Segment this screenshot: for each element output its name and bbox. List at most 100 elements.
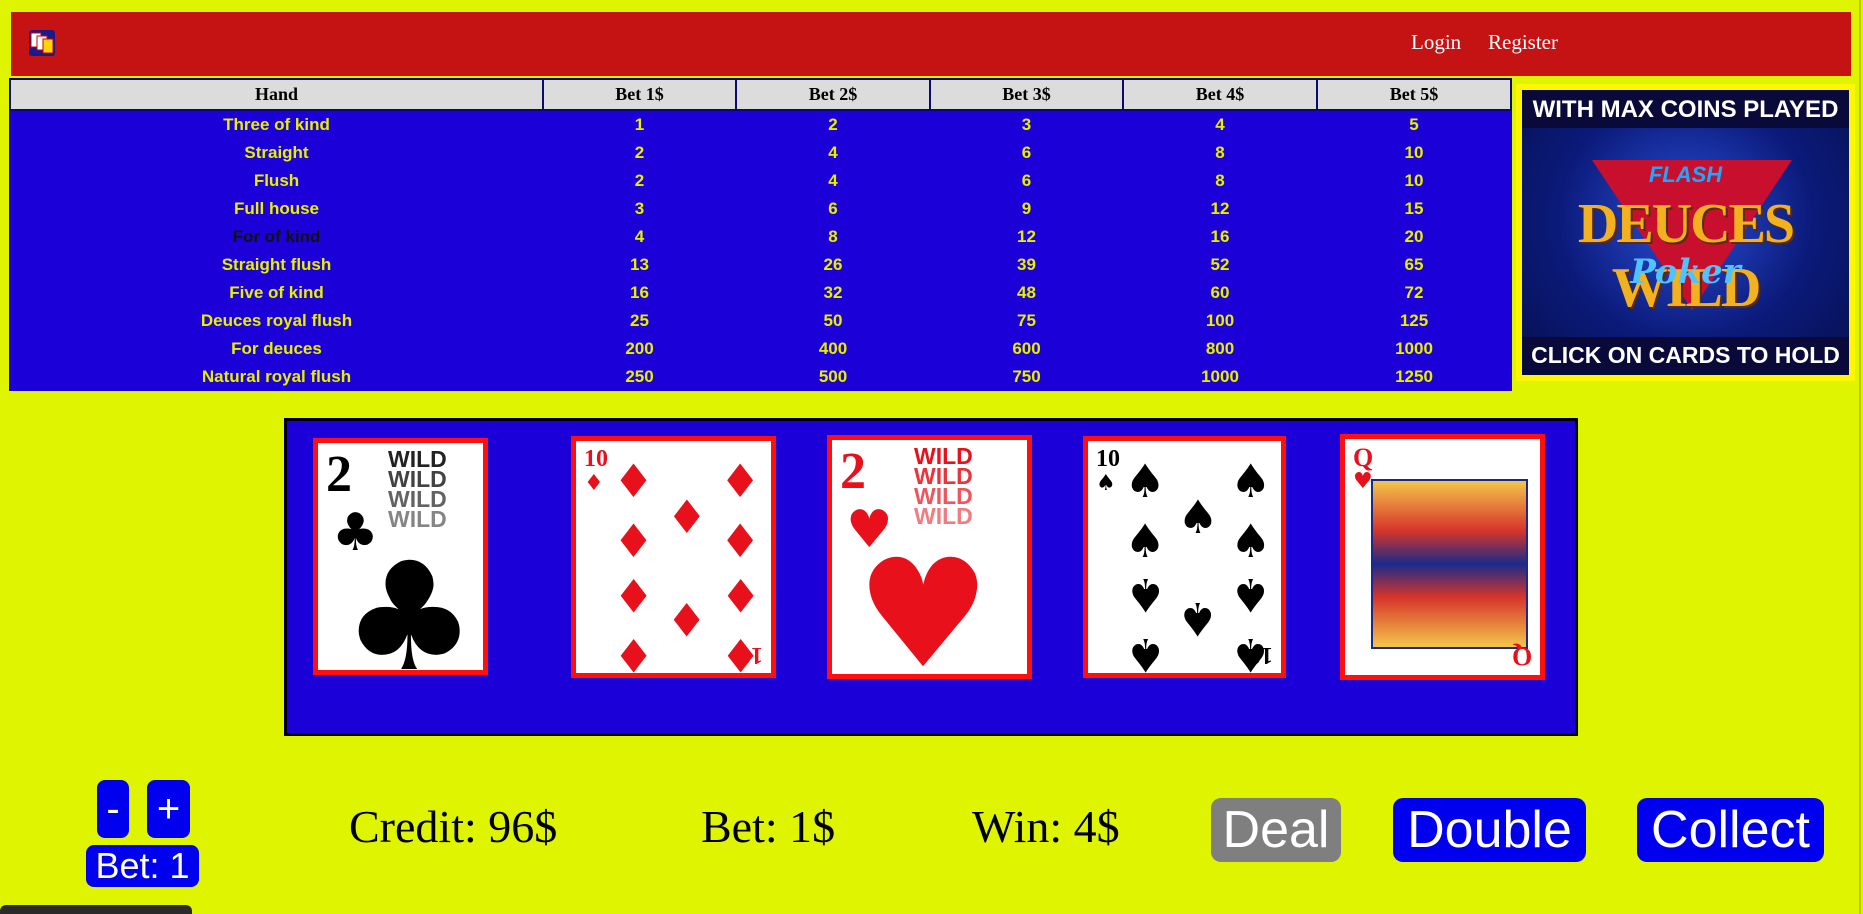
wild-label: WILD WILD WILD WILD (914, 445, 973, 529)
paytable-header-bet1: Bet 1$ (542, 78, 737, 111)
paytable-payout: 75 (1017, 311, 1036, 330)
paytable-payout: 4 (634, 227, 645, 246)
card-rank: Q (1353, 443, 1374, 472)
paytable-payout: 48 (1017, 283, 1036, 302)
paytable-payout: 15 (1404, 199, 1424, 218)
paytable-hand-name: For deuces (231, 339, 322, 358)
paytable-header-bet3: Bet 3$ (929, 78, 1124, 111)
card-rank: 2 (840, 443, 866, 500)
diamonds-pip-icon: ♦ (612, 453, 655, 508)
register-link[interactable]: Register (1488, 30, 1558, 55)
paytable-hand-name: Deuces royal flush (200, 311, 353, 330)
paytable-header-hand: Hand (9, 78, 544, 111)
paytable-payout: 4 (828, 143, 838, 162)
paytable-payout: 1000 (1201, 367, 1239, 386)
paytable-payout: 3 (1021, 115, 1032, 134)
paytable-payout: 6 (1021, 143, 1032, 162)
paytable-payout: 100 (1205, 311, 1235, 330)
paytable-payout: 500 (818, 367, 848, 386)
paytable-payout: 60 (1210, 283, 1230, 302)
diamonds-pip-icon: ♦ (719, 514, 761, 569)
paytable-payout: 5 (1409, 115, 1419, 134)
wild-line: WILD (914, 503, 973, 529)
paytable-payout: 8 (1215, 171, 1225, 190)
paytable-row: Natural royal flush 250 500 750 1000 1250 (10, 363, 1511, 391)
credit-display: Credit: 96$ (349, 801, 558, 852)
paytable-payout: 1000 (1395, 339, 1433, 358)
paytable-payout: 200 (625, 339, 654, 358)
diamonds-pip-icon: ♦ (612, 567, 655, 622)
paytable-payout: 2 (828, 115, 838, 134)
win-display: Win: 4$ (972, 801, 1120, 852)
spades-pip-icon: ♠ (1177, 591, 1219, 646)
playing-card-10-diamonds[interactable]: 10 ♦ ♦ ♦ ♦ ♦ ♦ ♦ ♦ ♦ ♦ ♦ 10 (571, 436, 776, 678)
card-rank: 10 (1096, 446, 1120, 472)
diamonds-icon: ♦ (584, 471, 604, 496)
paytable-payout: 16 (1210, 227, 1230, 246)
paytable-header-row: Hand Bet 1$ Bet 2$ Bet 3$ Bet 4$ Bet 5$ (9, 78, 1512, 111)
diamonds-pip-icon: ♦ (612, 514, 655, 569)
spades-pip-icon: ♠ (1230, 453, 1272, 508)
paytable-payout: 250 (625, 367, 654, 386)
paytable-row: Straight 2 4 6 8 10 (10, 139, 1511, 167)
paytable-payout: 750 (1012, 367, 1041, 386)
bottom-edge-bar (0, 905, 192, 914)
diamonds-pip-icon: ♦ (666, 490, 708, 545)
paytable-payout: 6 (1021, 171, 1032, 190)
top-header-bar: Login Register (11, 12, 1851, 76)
playing-card-10-spades[interactable]: 10 ♠ ♠ ♠ ♠ ♠ ♠ ♠ ♠ ♠ ♠ ♠ 10 (1083, 436, 1286, 678)
paytable-payout: 8 (828, 227, 838, 246)
bet-display: Bet: 1$ (701, 801, 836, 852)
spades-pip-icon: ♠ (1124, 453, 1166, 508)
paytable-hand-name: Natural royal flush (201, 367, 352, 386)
spades-pip-icon: ♠ (1230, 514, 1272, 569)
banner-poker-text: Poker (1630, 252, 1741, 292)
paytable-payout: 9 (1021, 199, 1032, 218)
decrease-bet-button[interactable]: - (97, 780, 129, 838)
paytable-hand-name: Flush (253, 171, 300, 190)
logo-icon[interactable] (29, 30, 55, 56)
paytable-row: Three of kind 1 2 3 4 5 (10, 110, 1511, 139)
spades-pip-icon: ♠ (1124, 514, 1166, 569)
playing-card-2-clubs[interactable]: 2 ♣ WILD WILD WILD WILD ♣ (313, 438, 488, 675)
large-hearts-icon: ♥ (856, 528, 991, 679)
diamonds-pip-icon: ♦ (612, 628, 655, 678)
playing-card-q-hearts[interactable]: Q ♥ Q (1340, 434, 1545, 680)
paytable-payout: 10 (1404, 171, 1424, 190)
diamonds-pip-icon: ♦ (719, 453, 761, 508)
paytable-payout: 2 (634, 171, 645, 190)
paytable-row: For of kind 4 8 12 16 20 (10, 223, 1511, 251)
paytable-payout: 65 (1404, 255, 1424, 274)
paytable-payout: 16 (630, 283, 649, 302)
paytable-header-bet2: Bet 2$ (735, 78, 931, 111)
paytable-payout: 26 (823, 255, 843, 274)
paytable-row: Full house 3 6 9 12 15 (10, 195, 1511, 223)
paytable-payout: 6 (828, 199, 838, 218)
card-rank-bottom: Q (1511, 642, 1532, 671)
diamonds-pip-icon: ♦ (719, 567, 761, 622)
card-area: 2 ♣ WILD WILD WILD WILD ♣ 10 ♦ ♦ ♦ ♦ ♦ ♦ ♦ ♦ ♦ ♦ ♦ 10 2 ♥ WILD… (284, 418, 1578, 736)
paytable-hand-name: Three of kind (223, 115, 330, 134)
page-right-edge (1859, 0, 1861, 914)
paytable-payout: 52 (1210, 255, 1230, 274)
paytable-payout: 12 (1017, 227, 1036, 246)
paytable-payout: 72 (1404, 283, 1424, 302)
collect-button[interactable]: Collect (1637, 798, 1824, 862)
paytable-header-bet4: Bet 4$ (1122, 78, 1318, 111)
deal-button[interactable]: Deal (1211, 798, 1341, 862)
paytable-payout: 8 (1215, 143, 1225, 162)
double-button[interactable]: Double (1393, 798, 1586, 862)
paytable: Hand Bet 1$ Bet 2$ Bet 3$ Bet 4$ Bet 5$ … (9, 78, 1512, 391)
deuces-wild-banner: WITH MAX COINS PLAYED FLASH DEUCES WILD … (1516, 84, 1855, 381)
paytable-payout: 600 (1012, 339, 1041, 358)
paytable-row: Deuces royal flush 25 50 75 100 125 (10, 307, 1511, 335)
paytable-payout: 39 (1017, 255, 1036, 274)
diamonds-pip-icon: ♦ (666, 591, 708, 646)
paytable-row: For deuces 200 400 600 800 1000 (10, 335, 1511, 363)
paytable-payout: 3 (634, 199, 645, 218)
login-link[interactable]: Login (1411, 30, 1461, 55)
increase-bet-button[interactable]: + (147, 780, 190, 838)
paytable-payout: 32 (823, 283, 843, 302)
card-rank: 10 (584, 446, 608, 472)
playing-card-2-hearts[interactable]: 2 ♥ WILD WILD WILD WILD ♥ (827, 435, 1032, 679)
